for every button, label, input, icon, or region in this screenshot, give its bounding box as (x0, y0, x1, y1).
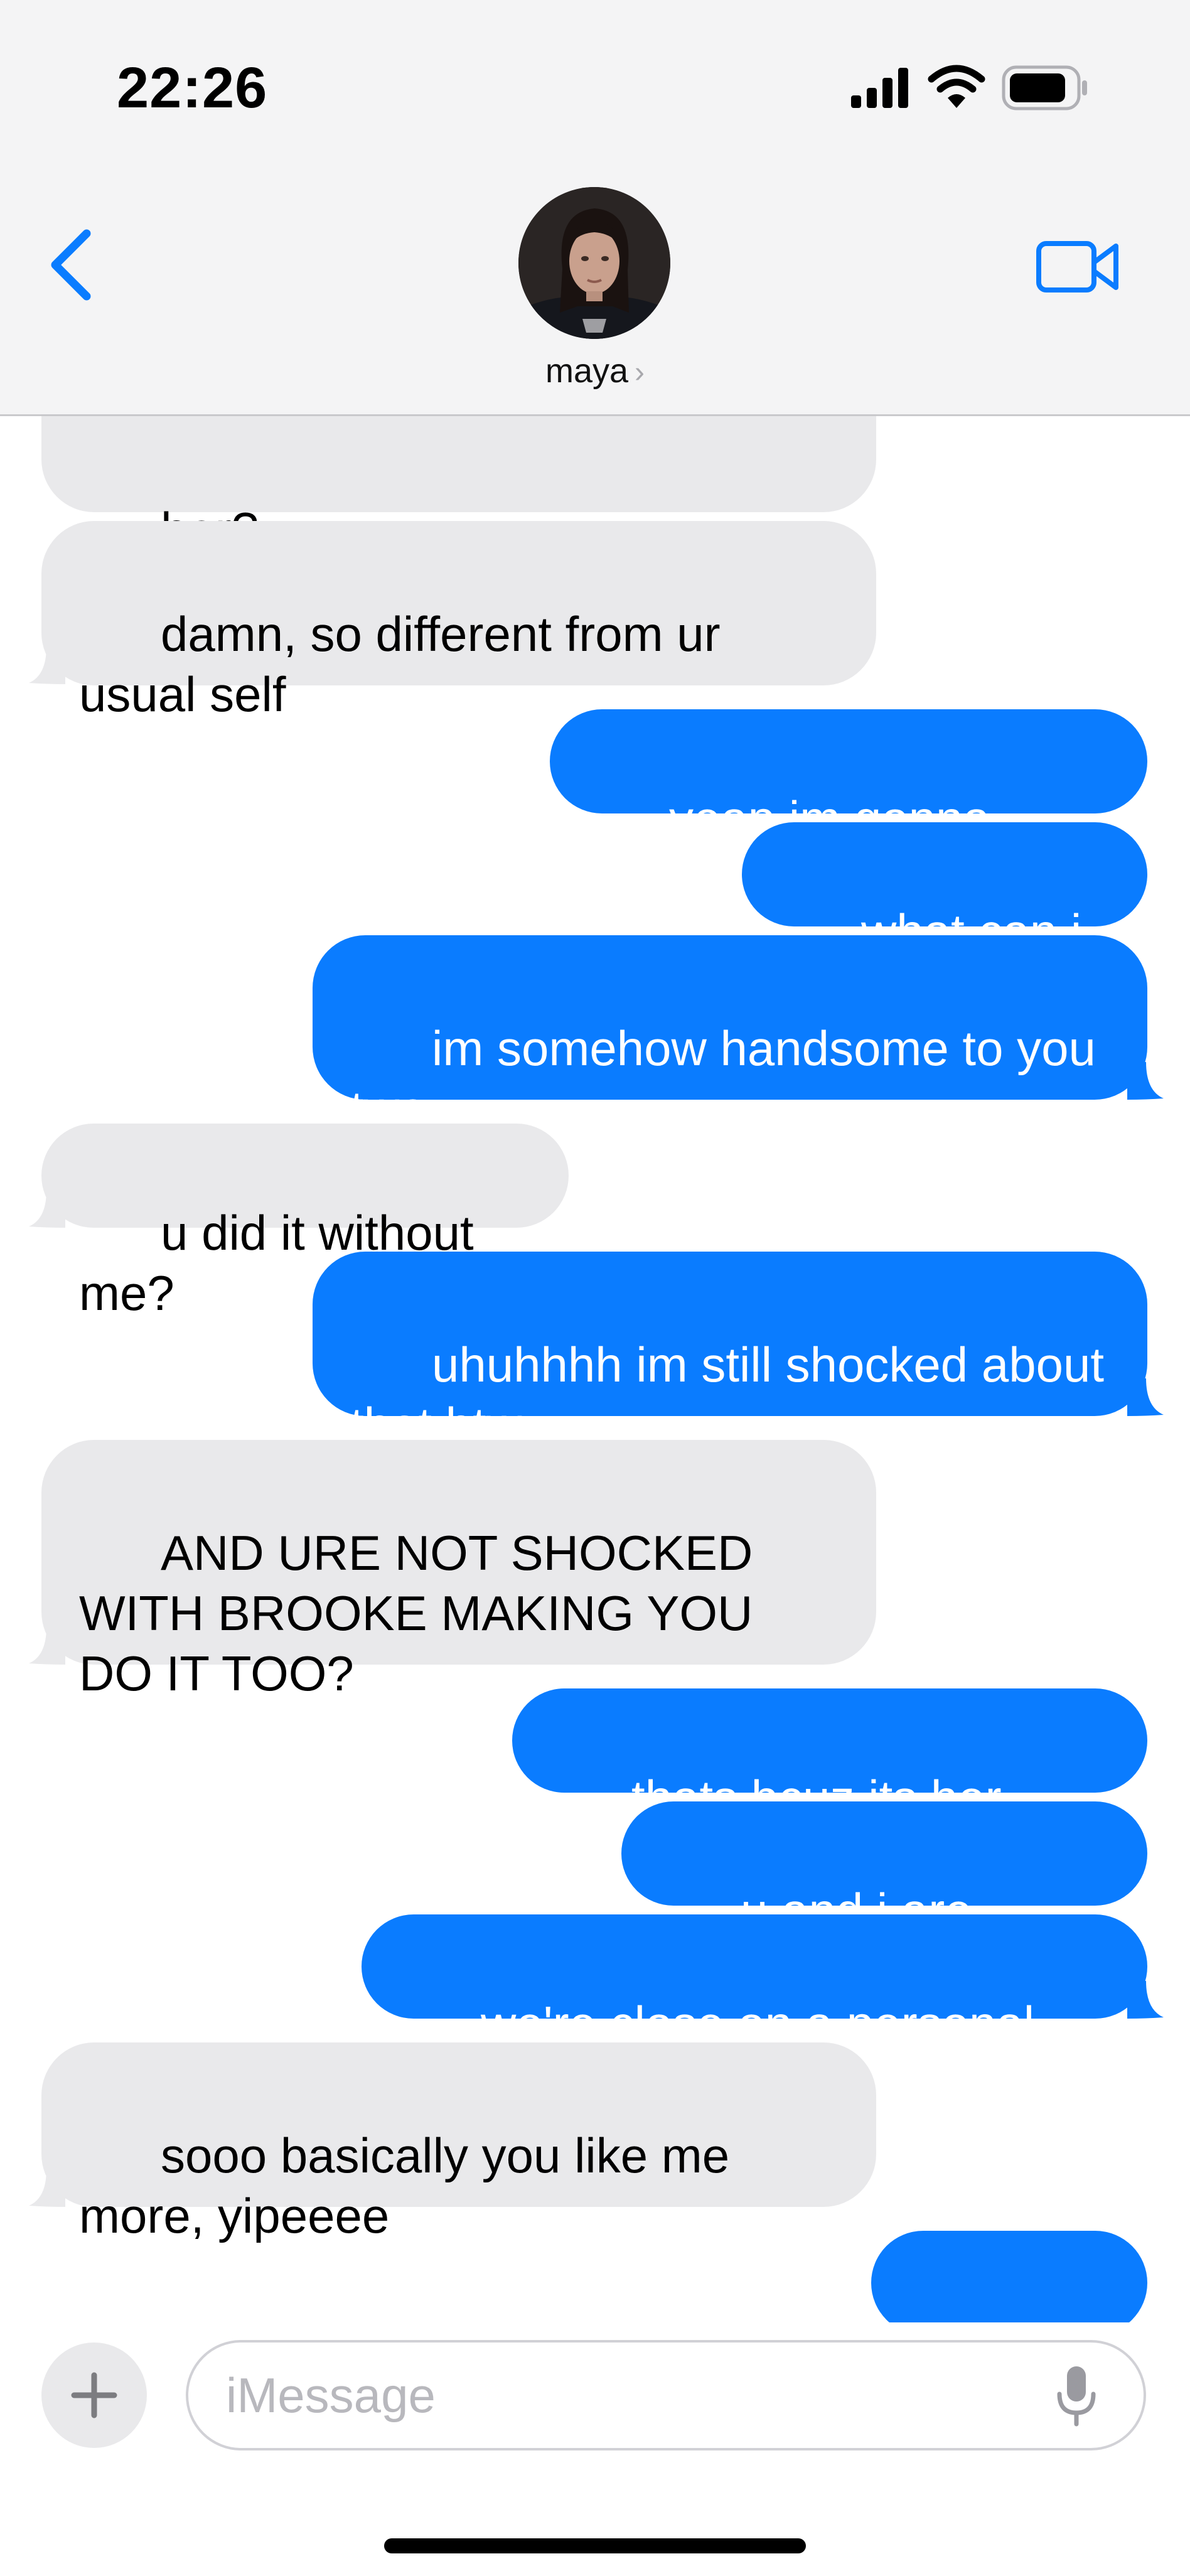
message-bubble-outgoing[interactable]: we're close on a personal level (362, 1914, 1147, 2112)
contact-name-button[interactable]: maya › (0, 352, 1190, 390)
message-bubble-outgoing[interactable]: u and i are different (621, 1801, 1147, 1999)
chevron-right-icon: › (635, 356, 645, 389)
home-indicator[interactable] (384, 2538, 806, 2553)
bubble-tail (29, 2169, 65, 2207)
status-time: 22:26 (117, 56, 268, 120)
message-text: uhuhhhh im still shocked about that btw (350, 1337, 1118, 1452)
plus-icon (71, 2372, 117, 2418)
bubble-tail (1127, 1378, 1164, 1416)
message-bubble-outgoing[interactable]: im somehow handsome to you two (313, 935, 1147, 1136)
battery-icon (1002, 65, 1087, 110)
message-text: im somehow handsome to you two (350, 1021, 1110, 1136)
message-bubble-outgoing[interactable]: thats bcuz its her nature (512, 1688, 1147, 1886)
contact-avatar[interactable] (518, 187, 670, 339)
message-bubble-outgoing[interactable]: yeap im gonna admit it (550, 709, 1147, 906)
message-bubble-incoming[interactable]: u did it without me? (41, 1124, 569, 1321)
message-composer (0, 2322, 1190, 2576)
message-text: AND URE NOT SHOCKED WITH BROOKE MAKING Y… (79, 1525, 767, 1701)
imessage-input[interactable] (186, 2340, 1146, 2450)
back-chevron-icon[interactable] (45, 227, 95, 303)
wifi-icon (928, 65, 985, 108)
cellular-signal-icon (851, 68, 908, 108)
message-bubble-incoming[interactable]: damn, so different from ur usual self (41, 521, 876, 722)
message-bubble-incoming[interactable]: AND URE NOT SHOCKED WITH BROOKE MAKING Y… (41, 1440, 876, 1701)
message-bubble-outgoing[interactable]: what can i say (742, 822, 1147, 1019)
bubble-tail (29, 647, 65, 684)
message-bubble-incoming[interactable]: sooo basically you like me more, yipeeee (41, 2042, 876, 2243)
bubble-tail (29, 1627, 65, 1665)
bubble-tail (1127, 1062, 1164, 1100)
message-text: sooo basically you like me more, yipeeee (79, 2128, 743, 2243)
microphone-icon[interactable] (1054, 2364, 1098, 2427)
message-bubble-outgoing[interactable]: mhmmm (871, 2231, 1147, 2322)
bubble-tail (29, 1190, 65, 1228)
apps-plus-button[interactable] (41, 2343, 147, 2448)
conversation-header: 22:26 maya › (0, 0, 1190, 416)
bubble-tail (1127, 1981, 1164, 2019)
video-camera-icon[interactable] (1036, 239, 1121, 295)
contact-photo (518, 187, 670, 339)
contact-name: maya (545, 352, 629, 390)
message-text: damn, so different from ur usual self (79, 606, 734, 722)
messages-screen: her? damn, so different from ur usual se… (0, 0, 1190, 2576)
message-bubble-outgoing[interactable]: uhuhhhh im still shocked about that btw (313, 1252, 1147, 1452)
